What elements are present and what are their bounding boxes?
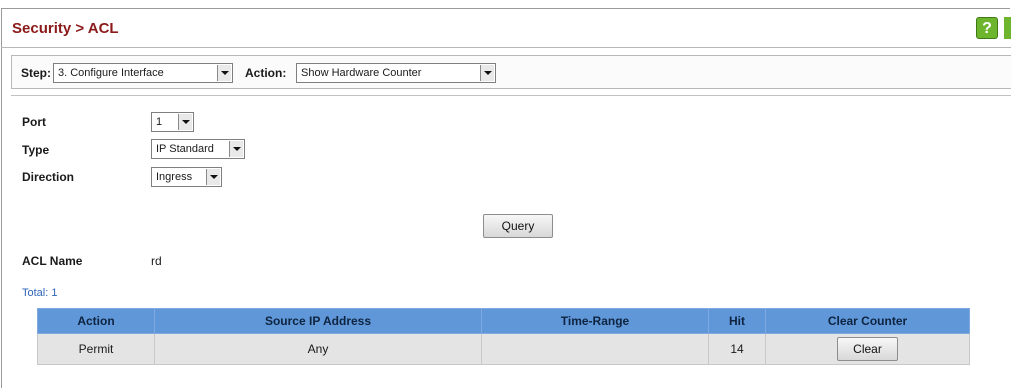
- help-icon-edge: [1004, 17, 1011, 39]
- cell-hit: 14: [708, 333, 766, 365]
- step-select-value: 3. Configure Interface: [58, 67, 164, 79]
- port-label: Port: [22, 115, 46, 129]
- clear-button[interactable]: Clear: [837, 337, 898, 361]
- column-header-clear-counter: Clear Counter: [765, 308, 970, 334]
- cell-time-range: [481, 333, 709, 365]
- cell-action: Permit: [37, 333, 155, 365]
- cell-clear-counter: Clear: [765, 333, 970, 365]
- direction-select-value: Ingress: [156, 171, 193, 183]
- step-select[interactable]: 3. Configure Interface: [53, 63, 233, 83]
- type-select-value: IP Standard: [156, 143, 214, 155]
- chevron-down-icon: [217, 65, 231, 81]
- type-select[interactable]: IP Standard: [151, 139, 245, 159]
- help-icon[interactable]: ?: [976, 17, 998, 39]
- acl-table: Action Source IP Address Time-Range Hit …: [37, 308, 970, 365]
- port-select-value: 1: [156, 116, 163, 128]
- chevron-down-icon: [178, 114, 192, 130]
- action-select[interactable]: Show Hardware Counter: [296, 63, 496, 83]
- chevron-down-icon: [480, 65, 494, 81]
- table-header-row: Action Source IP Address Time-Range Hit …: [37, 308, 970, 334]
- port-select[interactable]: 1: [151, 112, 194, 132]
- page-title: Security > ACL: [12, 20, 119, 37]
- column-header-hit: Hit: [708, 308, 766, 334]
- chevron-down-icon: [229, 141, 243, 157]
- direction-select[interactable]: Ingress: [151, 167, 222, 187]
- total-count: Total: 1: [22, 287, 58, 299]
- query-button[interactable]: Query: [483, 214, 553, 238]
- type-label: Type: [22, 143, 50, 157]
- acl-name-value: rd: [151, 254, 162, 268]
- step-divider: [11, 95, 1011, 96]
- action-select-value: Show Hardware Counter: [301, 67, 422, 79]
- cell-source-ip: Any: [154, 333, 482, 365]
- step-label: Step:: [21, 66, 51, 80]
- column-header-source-ip: Source IP Address: [154, 308, 482, 334]
- title-divider: [1, 47, 1011, 48]
- chevron-down-icon: [206, 169, 220, 185]
- column-header-time-range: Time-Range: [481, 308, 709, 334]
- acl-name-label: ACL Name: [22, 254, 83, 268]
- table-row: Permit Any 14 Clear: [37, 333, 970, 365]
- action-label: Action:: [245, 66, 287, 80]
- direction-label: Direction: [22, 170, 75, 184]
- column-header-action: Action: [37, 308, 155, 334]
